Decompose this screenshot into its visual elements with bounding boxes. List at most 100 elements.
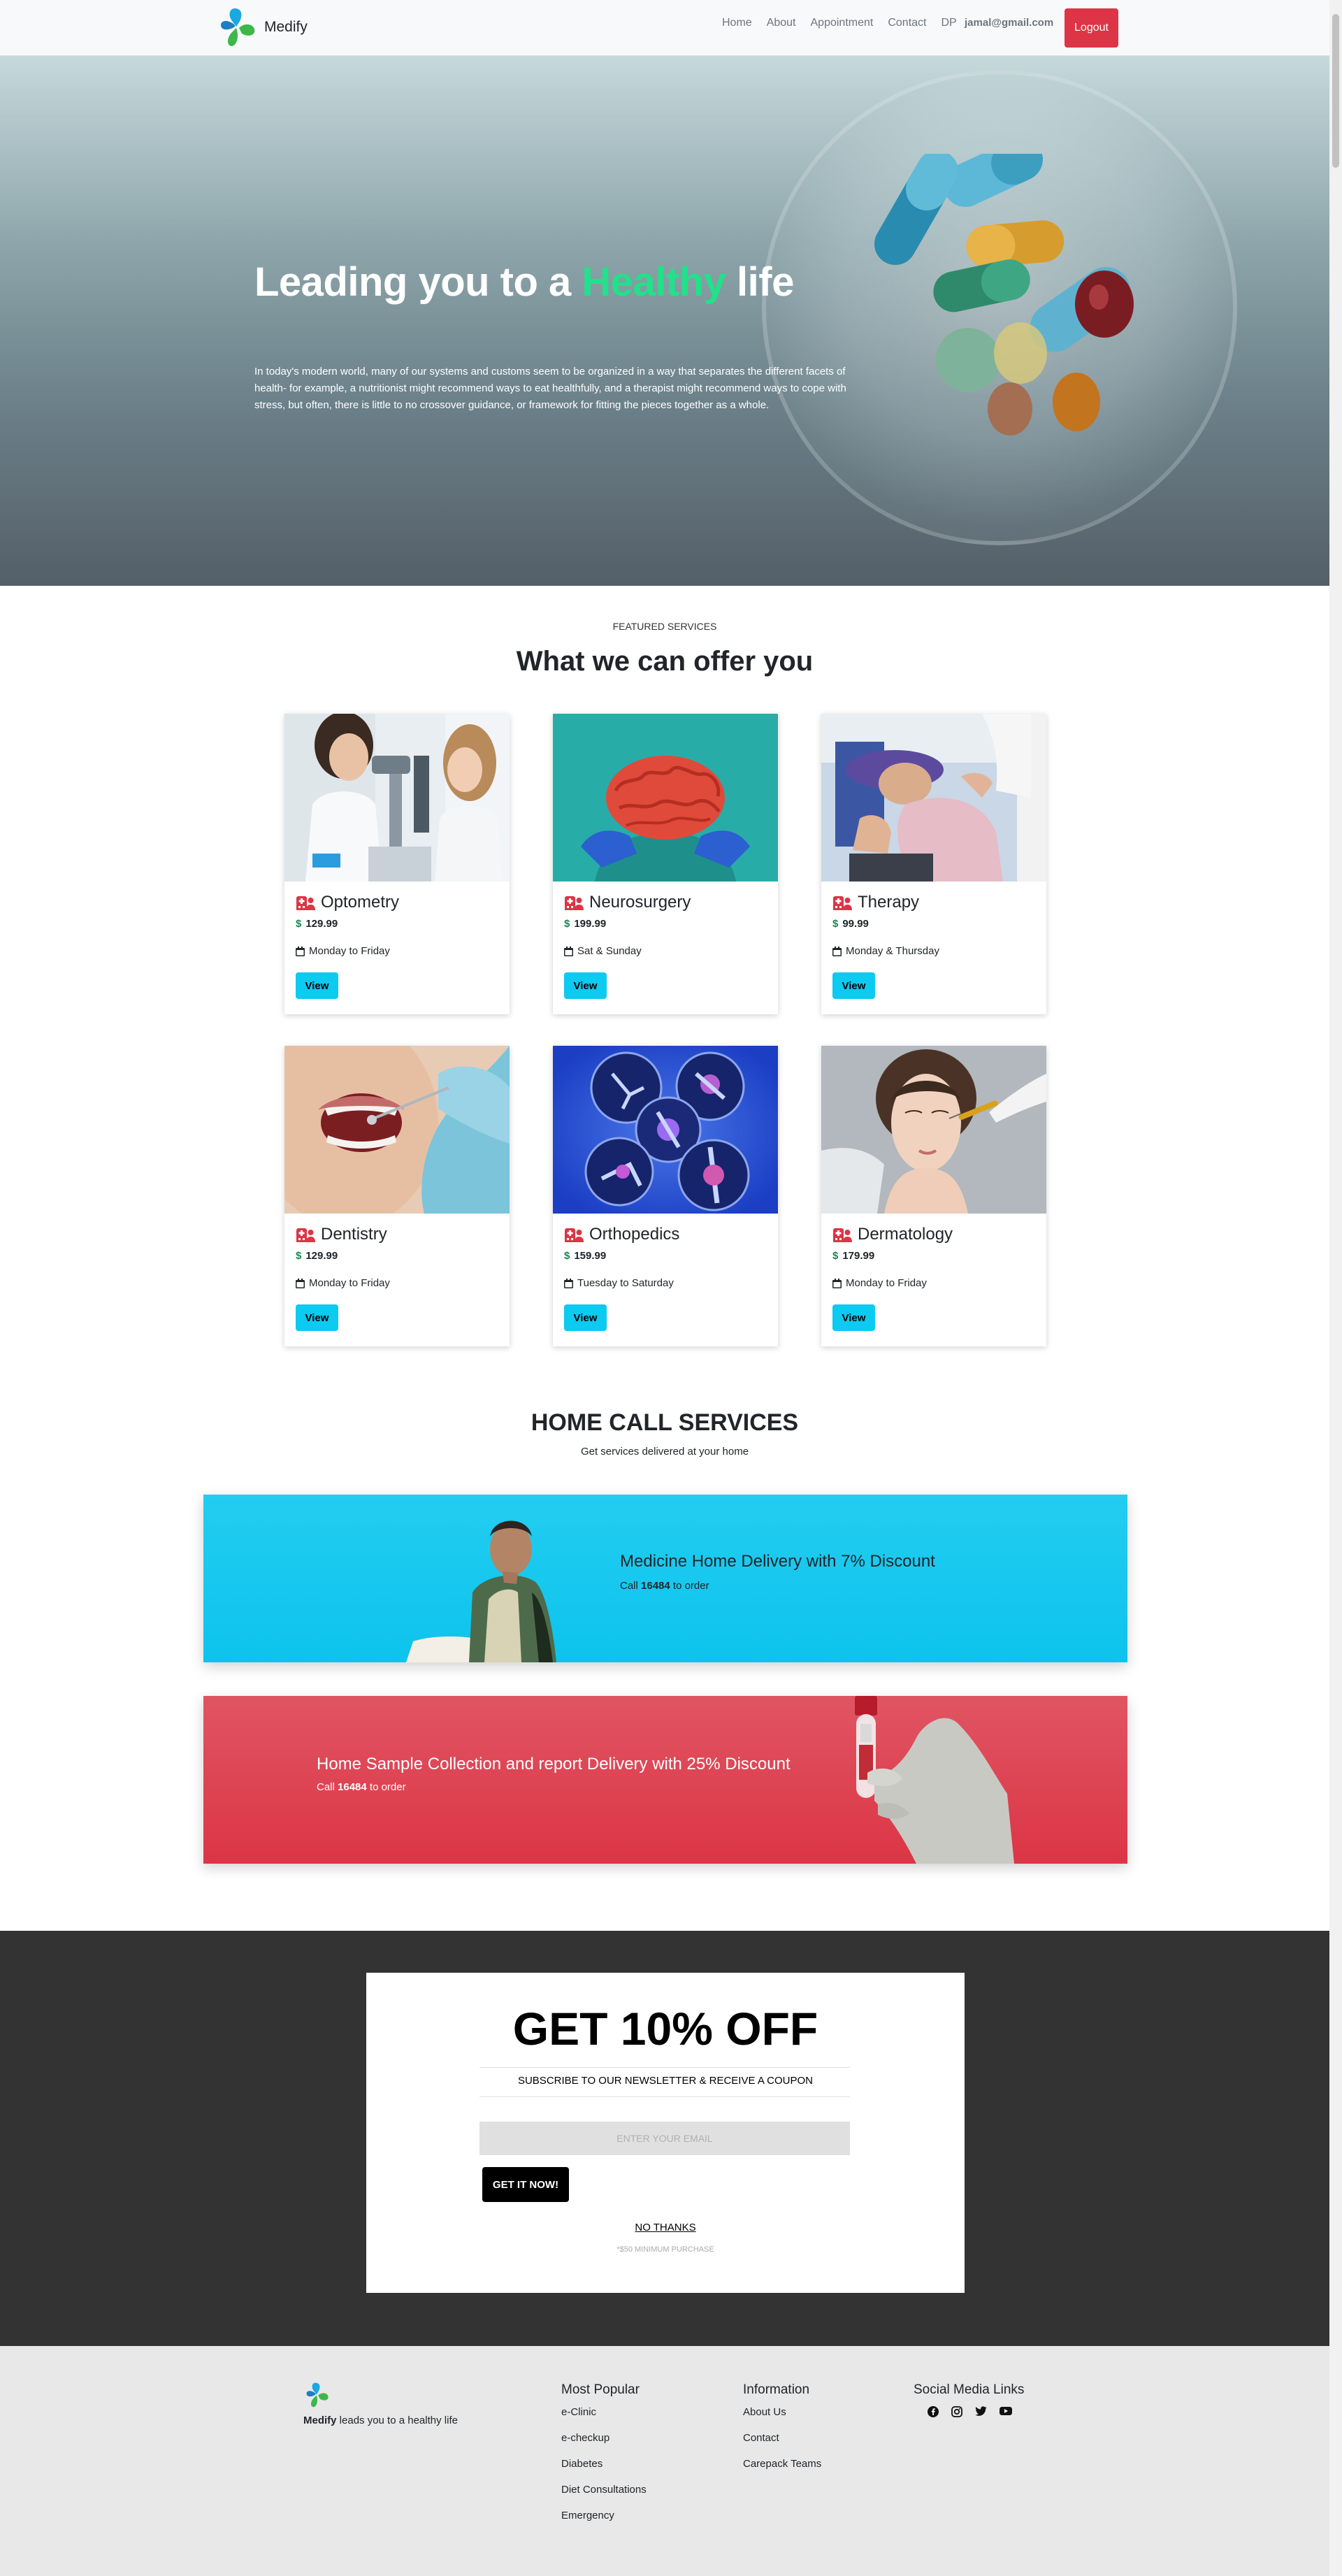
service-price: $129.99	[296, 1250, 498, 1262]
capsules-image	[874, 154, 1134, 436]
nav-link-contact[interactable]: Contact	[888, 17, 926, 29]
medify-logo-icon	[221, 8, 255, 46]
page-scrollbar[interactable]	[1329, 0, 1342, 2576]
footer-link-emergency[interactable]: Emergency	[561, 2510, 647, 2521]
newsletter-section: GET 10% OFF SUBSCRIBE TO OUR NEWSLETTER …	[0, 1931, 1329, 2346]
scrollbar-thumb[interactable]	[1332, 14, 1339, 168]
hero-title-accent: Healthy	[582, 259, 726, 305]
dollar-icon: $	[832, 918, 839, 930]
footer-link-carepack-teams[interactable]: Carepack Teams	[743, 2458, 821, 2470]
footer-link-contact[interactable]: Contact	[743, 2432, 821, 2444]
neurosurgery-image	[553, 714, 778, 882]
service-schedule: Monday to Friday	[832, 1277, 1035, 1289]
service-price: $179.99	[832, 1250, 1035, 1262]
footer-column-most-popular: Most Popular e-Clinic e-checkup Diabetes…	[561, 2382, 647, 2535]
user-email: jamal@gmail.com	[965, 17, 1054, 29]
footer-link-about-us[interactable]: About Us	[743, 2406, 821, 2418]
service-price-value: 199.99	[574, 918, 607, 930]
calendar-icon	[296, 1278, 305, 1288]
navbar: Medify Home About Appointment Contact DP…	[0, 0, 1329, 56]
view-therapy-button[interactable]: View	[832, 972, 875, 999]
view-orthopedics-button[interactable]: View	[564, 1304, 607, 1331]
dollar-icon: $	[296, 918, 302, 930]
call-prefix: Call	[620, 1580, 642, 1592]
instagram-icon[interactable]	[951, 2406, 962, 2417]
get-it-now-button[interactable]: GET IT NOW!	[482, 2167, 569, 2202]
phone-number[interactable]: 16484	[641, 1580, 670, 1592]
test-tube-hand-image	[855, 1696, 1014, 1864]
service-price-value: 129.99	[305, 1250, 338, 1262]
service-price-value: 159.99	[574, 1250, 607, 1262]
service-name: Orthopedics	[564, 1225, 767, 1244]
sample-collection-heading: Home Sample Collection and report Delive…	[317, 1755, 791, 1773]
featured-eyebrow: FEATURED SERVICES	[612, 621, 717, 632]
sample-collection-banner[interactable]: Home Sample Collection and report Delive…	[203, 1696, 1127, 1864]
service-name: Dermatology	[832, 1225, 1035, 1244]
footer-link-diet-consultations[interactable]: Diet Consultations	[561, 2484, 647, 2496]
footer-column-information: Information About Us Contact Carepack Te…	[743, 2382, 821, 2484]
service-name-text: Dermatology	[858, 1225, 953, 1244]
service-schedule: Monday to Friday	[296, 1277, 498, 1289]
view-dentistry-button[interactable]: View	[296, 1304, 338, 1331]
nav-link-home[interactable]: Home	[722, 17, 752, 29]
view-dermatology-button[interactable]: View	[832, 1304, 875, 1331]
orthopedics-image	[553, 1046, 778, 1214]
calendar-icon	[564, 946, 573, 956]
email-input[interactable]	[479, 2122, 850, 2155]
nav-links: Home About Appointment Contact DP	[722, 17, 972, 29]
footer-link-e-checkup[interactable]: e-checkup	[561, 2432, 647, 2444]
view-neurosurgery-button[interactable]: View	[564, 972, 607, 999]
footer-link-diabetes[interactable]: Diabetes	[561, 2458, 647, 2470]
medicine-delivery-heading: Medicine Home Delivery with 7% Discount	[620, 1552, 935, 1571]
service-price-value: 129.99	[305, 918, 338, 930]
newsletter-subheading: SUBSCRIBE TO OUR NEWSLETTER & RECEIVE A …	[517, 2075, 814, 2087]
hero-title: Leading you to a Healthy life	[254, 259, 794, 305]
service-card-optometry: Optometry $129.99 Monday to Friday View	[284, 714, 510, 1014]
service-card-dentistry: Dentistry $129.99 Monday to Friday View	[284, 1046, 510, 1346]
medicine-delivery-banner[interactable]: Medicine Home Delivery with 7% Discount …	[203, 1495, 1127, 1662]
calendar-icon	[832, 946, 842, 956]
youtube-icon[interactable]	[1000, 2406, 1012, 2416]
home-call-title: HOME CALL SERVICES	[531, 1409, 799, 1436]
service-price-value: 99.99	[842, 918, 869, 930]
nav-link-appointment[interactable]: Appointment	[811, 17, 874, 29]
service-name-text: Neurosurgery	[589, 893, 691, 912]
service-name-text: Therapy	[858, 893, 920, 912]
sample-collection-call: Call 16484 to order	[317, 1781, 406, 1793]
dollar-icon: $	[564, 918, 570, 930]
newsletter-box: GET 10% OFF SUBSCRIBE TO OUR NEWSLETTER …	[366, 1973, 965, 2293]
service-name-text: Dentistry	[321, 1225, 387, 1244]
calendar-icon	[832, 1278, 842, 1288]
call-suffix: to order	[366, 1781, 406, 1793]
logout-button[interactable]: Logout	[1065, 8, 1118, 48]
service-price: $159.99	[564, 1250, 767, 1262]
featured-title: What we can offer you	[516, 646, 814, 677]
service-price: $99.99	[832, 918, 1035, 930]
service-price: $199.99	[564, 918, 767, 930]
service-card-neurosurgery: Neurosurgery $199.99 Sat & Sunday View	[553, 714, 778, 1014]
service-schedule: Monday & Thursday	[832, 945, 1035, 957]
hospital-user-icon	[296, 896, 315, 910]
facebook-icon[interactable]	[928, 2406, 939, 2417]
footer-link-e-clinic[interactable]: e-Clinic	[561, 2406, 647, 2418]
service-days: Monday to Friday	[309, 945, 390, 957]
calendar-icon	[564, 1278, 573, 1288]
service-name: Dentistry	[296, 1225, 498, 1244]
footer-column-title: Most Popular	[561, 2382, 640, 2397]
dollar-icon: $	[832, 1250, 839, 1262]
brand[interactable]: Medify	[218, 6, 308, 49]
nav-link-dp[interactable]: DP	[941, 17, 956, 29]
nav-link-about[interactable]: About	[767, 17, 796, 29]
twitter-icon[interactable]	[975, 2406, 987, 2417]
service-days: Monday & Thursday	[846, 945, 939, 957]
minimum-purchase-note: *$50 MINIMUM PURCHASE	[616, 2245, 714, 2254]
social-links	[928, 2406, 1024, 2417]
view-optometry-button[interactable]: View	[296, 972, 338, 999]
footer-brand: Medify	[303, 2415, 337, 2426]
no-thanks-link[interactable]: NO THANKS	[366, 2222, 965, 2233]
divider	[479, 2067, 850, 2068]
phone-number[interactable]: 16484	[338, 1781, 367, 1793]
service-price: $129.99	[296, 918, 498, 930]
service-card-therapy: Therapy $99.99 Monday & Thursday View	[821, 714, 1046, 1014]
service-card-dermatology: Dermatology $179.99 Monday to Friday Vie…	[821, 1046, 1046, 1346]
